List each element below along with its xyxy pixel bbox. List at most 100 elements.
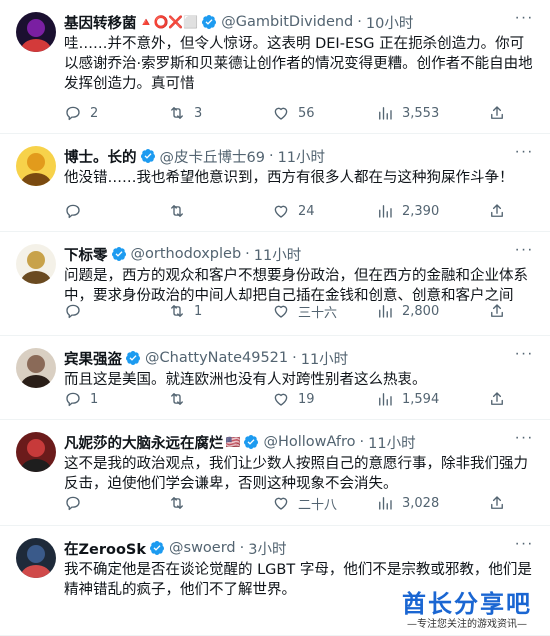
reply-icon [56, 294, 90, 328]
separator-dot: · [357, 14, 362, 30]
views-icon [368, 486, 402, 520]
like-button[interactable]: 24 [264, 196, 368, 226]
timestamp[interactable]: 11小时 [368, 432, 415, 453]
like-count: 56 [298, 105, 315, 121]
display-name[interactable]: 博士。长的 [64, 146, 137, 167]
display-name[interactable]: 在ZerooSk [64, 538, 146, 559]
verified-badge-icon [140, 148, 156, 164]
repost-button[interactable]: 1 [160, 296, 264, 326]
timestamp[interactable]: 11小时 [278, 146, 325, 167]
user-handle[interactable]: @HollowAfro [263, 434, 355, 450]
more-icon[interactable]: ··· [514, 10, 534, 32]
avatar[interactable] [16, 244, 56, 284]
separator-dot: · [359, 434, 365, 450]
repost-icon [160, 194, 194, 228]
user-handle[interactable]: @ChattyNate49521 [145, 350, 288, 366]
tweet-actions: 24 2,390 [56, 196, 534, 226]
tweet-actions: 2 3 56 3,553 [56, 98, 534, 128]
like-count: 三十六 [298, 305, 338, 321]
share-icon[interactable] [488, 494, 506, 512]
tweet-actions: 1 19 1,594 [56, 384, 534, 414]
user-handle[interactable]: @GambitDividend [221, 14, 353, 30]
views-button[interactable]: 2,800 [368, 296, 472, 326]
timestamp[interactable]: 11小时 [254, 244, 301, 265]
user-handle[interactable]: @swoerd [169, 540, 236, 556]
reply-button[interactable] [56, 296, 160, 326]
views-count: 3,028 [402, 495, 440, 511]
views-button[interactable]: 2,390 [368, 196, 472, 226]
share-icon[interactable] [488, 302, 506, 320]
timestamp[interactable]: 10小时 [366, 12, 413, 33]
tweet[interactable]: 宾果强盗 @ChattyNate49521 · 11小时 ··· 而且这是美国。就连欧洲也… [0, 336, 550, 420]
reply-icon [56, 486, 90, 520]
like-count: 19 [298, 391, 315, 407]
like-count: 二十八 [298, 497, 338, 513]
views-count: 1,594 [402, 391, 440, 407]
share-icon[interactable] [488, 202, 506, 220]
more-icon[interactable]: ··· [514, 536, 534, 558]
like-count: 24 [298, 203, 315, 219]
repost-button[interactable] [160, 384, 264, 414]
tweet-header: 基因转移菌 🔺⭕❌⬜ @GambitDividend · 10小时 [64, 12, 510, 32]
verified-badge-icon [125, 350, 141, 366]
repost-button[interactable] [160, 196, 264, 226]
repost-icon [160, 96, 194, 130]
tweet-header: 宾果强盗 @ChattyNate49521 · 11小时 [64, 348, 510, 368]
user-handle[interactable]: @orthodoxpleb [131, 246, 242, 262]
watermark: 酋长分享吧 —专注您关注的游戏资讯— [392, 590, 542, 634]
repost-button[interactable]: 3 [160, 98, 264, 128]
tweet[interactable]: 博士。长的 @皮卡丘博士69 · 11小时 ··· 他没错……我也希望他意识到，西方有很多… [0, 134, 550, 232]
display-name[interactable]: 基因转移菌 [64, 12, 137, 33]
reply-button[interactable] [56, 196, 160, 226]
like-button[interactable]: 19 [264, 384, 368, 414]
views-button[interactable]: 1,594 [368, 384, 472, 414]
tweet[interactable]: 下标零 @orthodoxpleb · 11小时 ··· 问题是，西方的观众和客户不想要身… [0, 232, 550, 336]
repost-button[interactable] [160, 488, 264, 518]
user-handle[interactable]: @皮卡丘博士69 [160, 146, 265, 167]
views-button[interactable]: 3,553 [368, 98, 472, 128]
tweet-header: 下标零 @orthodoxpleb · 11小时 [64, 244, 510, 264]
display-name[interactable]: 下标零 [64, 244, 108, 265]
like-button[interactable]: 三十六 [264, 296, 368, 326]
display-name[interactable]: 凡妮莎的大脑永远在腐烂 [64, 432, 224, 453]
more-icon[interactable]: ··· [514, 242, 534, 264]
like-icon [264, 294, 298, 328]
verified-badge-icon [243, 434, 259, 450]
repost-icon [160, 382, 194, 416]
avatar[interactable] [16, 432, 56, 472]
tweet[interactable]: 基因转移菌 🔺⭕❌⬜ @GambitDividend · 10小时 ··· 哇……并不意外，… [0, 0, 550, 134]
avatar[interactable] [16, 12, 56, 52]
tweet[interactable]: 凡妮莎的大脑永远在腐烂 🇺🇸 @HollowAfro · 11小时 ··· 这不是我的政治观… [0, 420, 550, 526]
reply-count: 2 [90, 105, 99, 121]
like-icon [264, 96, 298, 130]
timestamp[interactable]: 3小时 [248, 538, 286, 559]
like-button[interactable]: 56 [264, 98, 368, 128]
watermark-title: 酋长分享吧 [402, 590, 532, 618]
views-icon [368, 294, 402, 328]
reply-button[interactable]: 1 [56, 384, 160, 414]
tweet-text: 哇……并不意外，但令人惊讶。这表明 DEI-ESG 正在扼杀创造力。你可以感谢乔… [64, 36, 533, 92]
tweet-text: 他没错……我也希望他意识到，西方有很多人都在与这种狗屎作斗争！ [64, 170, 514, 186]
avatar[interactable] [16, 146, 56, 186]
more-icon[interactable]: ··· [514, 346, 534, 368]
separator-dot: · [268, 148, 274, 164]
avatar[interactable] [16, 538, 56, 578]
avatar[interactable] [16, 348, 56, 388]
display-name[interactable]: 宾果强盗 [64, 348, 122, 369]
repost-icon [160, 486, 194, 520]
share-icon[interactable] [488, 104, 506, 122]
views-button[interactable]: 3,028 [368, 488, 472, 518]
timestamp[interactable]: 11小时 [301, 348, 348, 369]
reply-button[interactable] [56, 488, 160, 518]
more-icon[interactable]: ··· [514, 430, 534, 452]
like-button[interactable]: 二十八 [264, 488, 368, 518]
more-icon[interactable]: ··· [514, 144, 534, 166]
name-emoji: 🇺🇸 [225, 435, 241, 449]
reply-button[interactable]: 2 [56, 98, 160, 128]
repost-count: 3 [194, 105, 203, 121]
like-icon [264, 382, 298, 416]
repost-count: 1 [194, 303, 203, 319]
reply-icon [56, 96, 90, 130]
views-icon [368, 96, 402, 130]
share-icon[interactable] [488, 390, 506, 408]
